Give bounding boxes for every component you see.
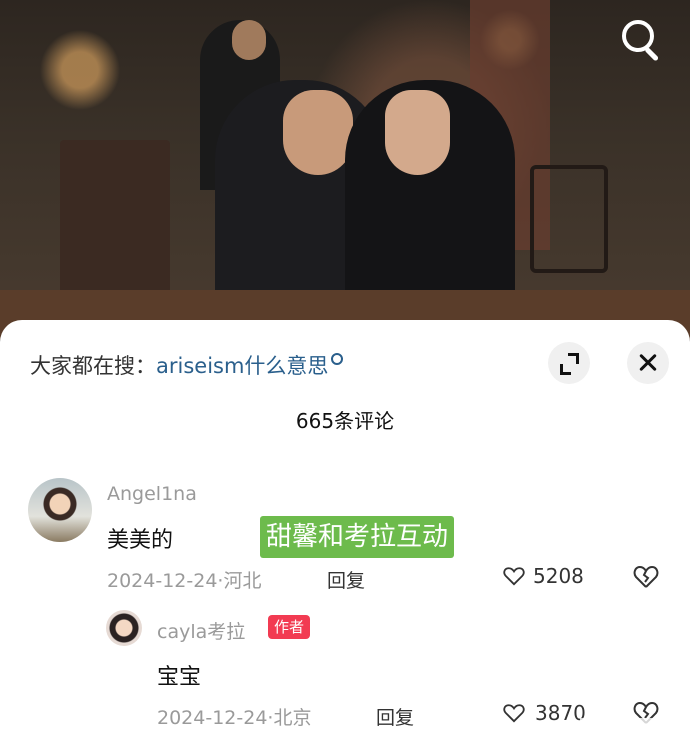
comment-date: 2024-12-24 bbox=[107, 570, 218, 592]
caption-overlay: 甜馨和考拉互动 bbox=[260, 516, 455, 558]
comment-username[interactable]: Angel1na bbox=[107, 483, 197, 505]
post-photo[interactable] bbox=[0, 0, 690, 340]
like-count: 5208 bbox=[533, 564, 584, 588]
comment-meta: 2024-12-24·河北 bbox=[107, 570, 262, 592]
trending-search[interactable]: 大家都在搜：ariseism什么意思 bbox=[30, 350, 344, 380]
expand-button[interactable] bbox=[548, 342, 590, 384]
like-count: 3870 bbox=[535, 701, 586, 725]
bench bbox=[60, 140, 170, 300]
author-badge: 作者 bbox=[268, 615, 311, 639]
comment-text: 宝宝 bbox=[157, 665, 202, 690]
trending-prefix: 大家都在搜： bbox=[30, 354, 156, 378]
waiter-face bbox=[232, 20, 266, 60]
small-search-icon bbox=[331, 353, 344, 365]
close-button[interactable] bbox=[627, 342, 669, 384]
reply-button[interactable]: 回复 bbox=[327, 566, 365, 593]
reply-button[interactable]: 回复 bbox=[376, 703, 414, 730]
person-right-face bbox=[385, 90, 450, 175]
comment-location: 河北 bbox=[223, 570, 262, 592]
chair bbox=[530, 165, 608, 273]
comment-date: 2024-12-24 bbox=[157, 707, 268, 729]
comment-meta: 2024-12-24·北京 bbox=[157, 707, 312, 729]
comment-count: 665条评论 bbox=[295, 409, 395, 433]
avatar[interactable] bbox=[106, 610, 142, 646]
heart-icon[interactable] bbox=[503, 566, 525, 586]
heart-icon[interactable] bbox=[503, 703, 525, 723]
comment-text: 美美的 bbox=[107, 528, 174, 553]
avatar[interactable] bbox=[28, 478, 92, 542]
person-left-face bbox=[283, 90, 353, 175]
comment-location: 北京 bbox=[273, 707, 312, 729]
search-button[interactable] bbox=[616, 14, 664, 62]
trending-term[interactable]: ariseism什么意思 bbox=[156, 354, 328, 378]
broken-heart-icon[interactable] bbox=[633, 564, 659, 590]
comment-username[interactable]: cayla考拉 bbox=[157, 617, 245, 644]
watermark-area bbox=[580, 718, 688, 740]
